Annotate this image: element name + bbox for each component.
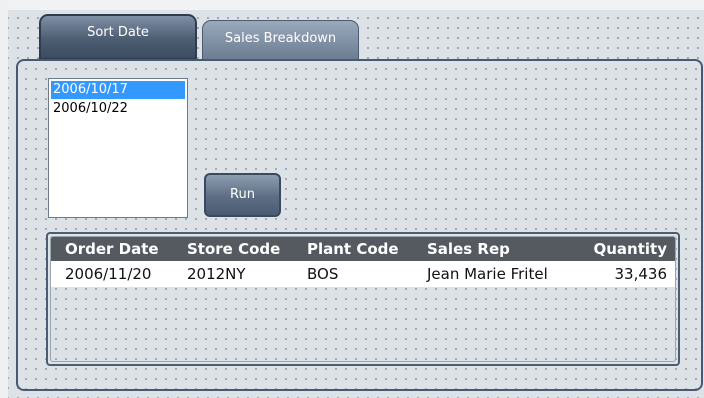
cell-store-code: 2012NY [187,265,246,283]
list-item[interactable]: 2006/10/22 [49,99,187,119]
column-header-sales-rep[interactable]: Sales Rep [427,237,510,261]
cell-plant-code: BOS [307,265,339,283]
run-button[interactable]: Run [204,173,281,217]
column-header-store-code[interactable]: Store Code [187,237,280,261]
cell-order-date: 2006/11/20 [65,265,152,283]
column-header-order-date[interactable]: Order Date [65,237,159,261]
column-header-plant-code[interactable]: Plant Code [307,237,399,261]
tab-sort-date[interactable]: Sort Date [39,14,197,60]
grid-body: Order Date Store Code Plant Code Sales R… [50,236,676,362]
tab-label: Sales Breakdown [224,31,337,46]
sales-grid: Order Date Store Code Plant Code Sales R… [46,232,680,366]
grid-header-row: Order Date Store Code Plant Code Sales R… [51,237,675,261]
canvas-left-edge [0,0,8,398]
table-row[interactable]: 2006/11/20 2012NY BOS Jean Marie Fritel … [51,261,675,287]
list-item[interactable]: 2006/10/17 [51,81,185,99]
cell-quantity: 33,436 [614,265,668,283]
column-header-quantity[interactable]: Quantity [594,237,668,261]
sort-date-listbox[interactable]: 2006/10/17 2006/10/22 [48,78,188,218]
cell-sales-rep: Jean Marie Fritel [427,265,548,283]
tab-label: Sort Date [87,25,149,40]
canvas-top-edge [0,0,704,10]
tab-sales-breakdown[interactable]: Sales Breakdown [202,20,359,60]
